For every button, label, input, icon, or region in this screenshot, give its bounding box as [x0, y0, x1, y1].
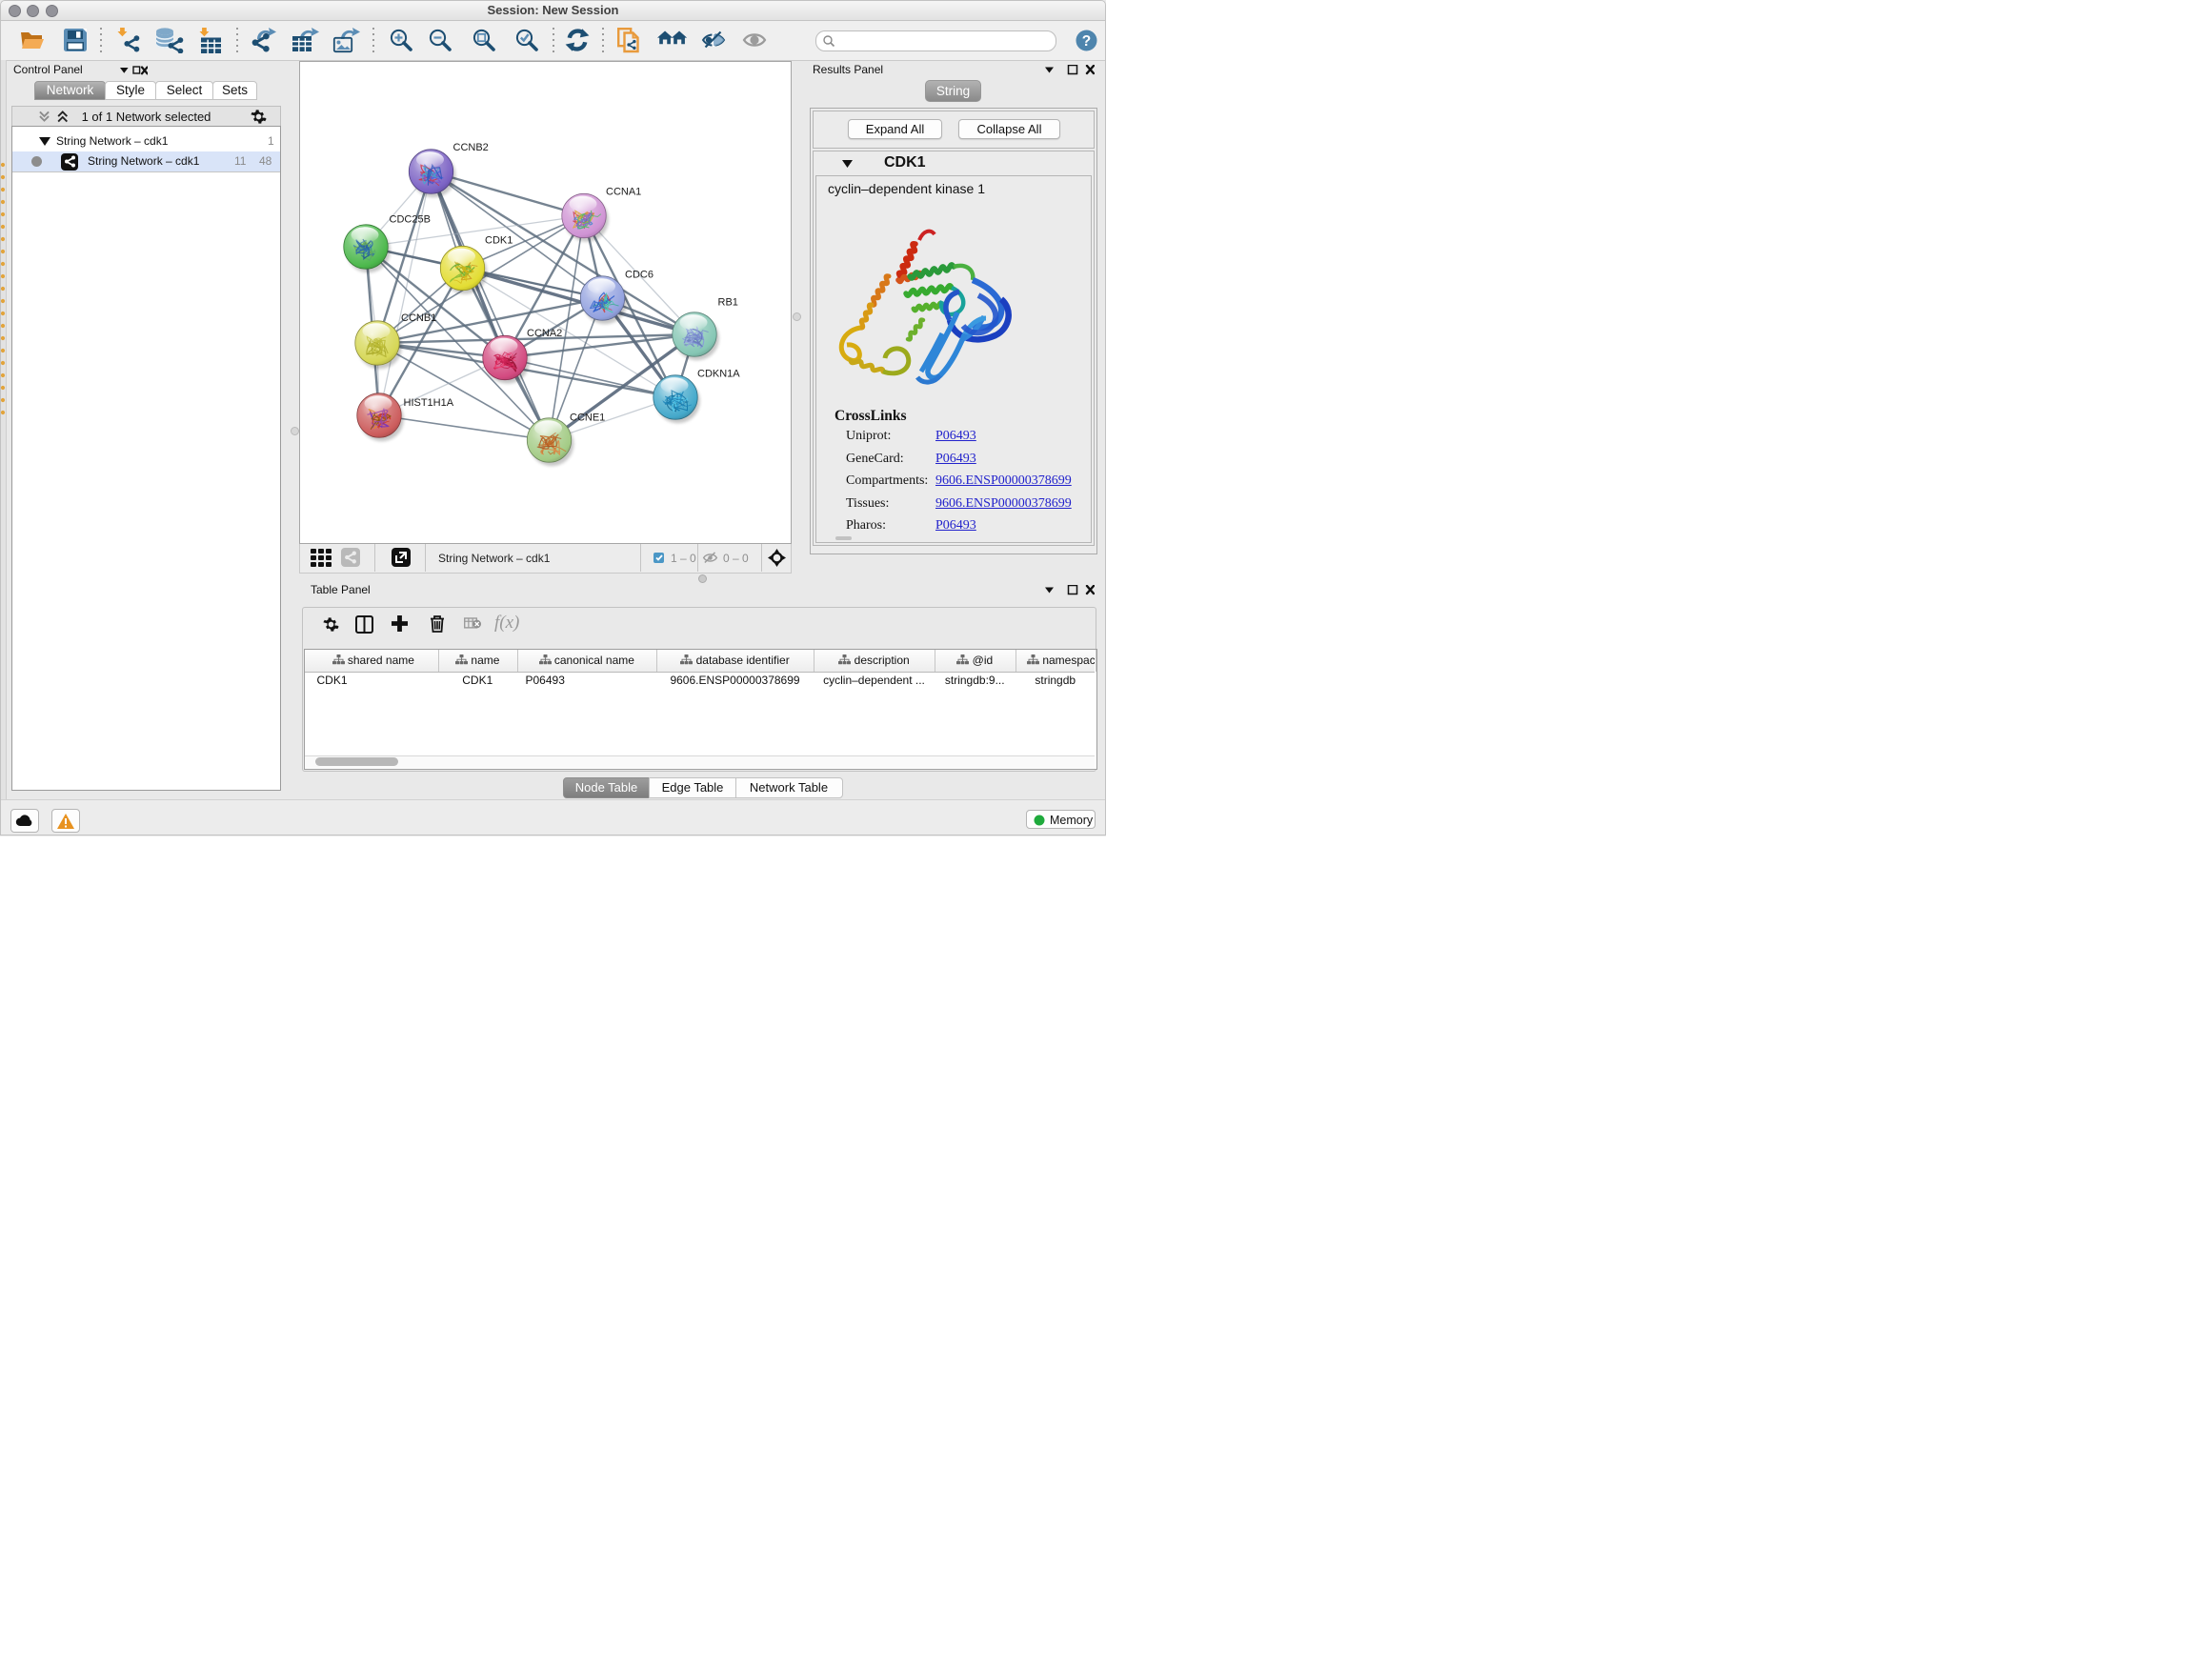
svg-text:?: ? — [1082, 33, 1091, 50]
svg-text:CDC6: CDC6 — [625, 270, 654, 281]
svg-text:CDC25B: CDC25B — [390, 214, 431, 226]
svg-text:CDKN1A: CDKN1A — [697, 369, 740, 380]
svg-text:CDK1: CDK1 — [485, 235, 513, 247]
svg-text:CCNA1: CCNA1 — [606, 187, 641, 198]
svg-text:CCNA2: CCNA2 — [527, 328, 562, 339]
svg-text:CCNE1: CCNE1 — [570, 413, 605, 424]
svg-text:HIST1H1A: HIST1H1A — [404, 397, 454, 409]
svg-text:CCNB2: CCNB2 — [453, 142, 489, 153]
svg-text:CCNB1: CCNB1 — [401, 312, 436, 324]
svg-text:RB1: RB1 — [718, 297, 738, 309]
